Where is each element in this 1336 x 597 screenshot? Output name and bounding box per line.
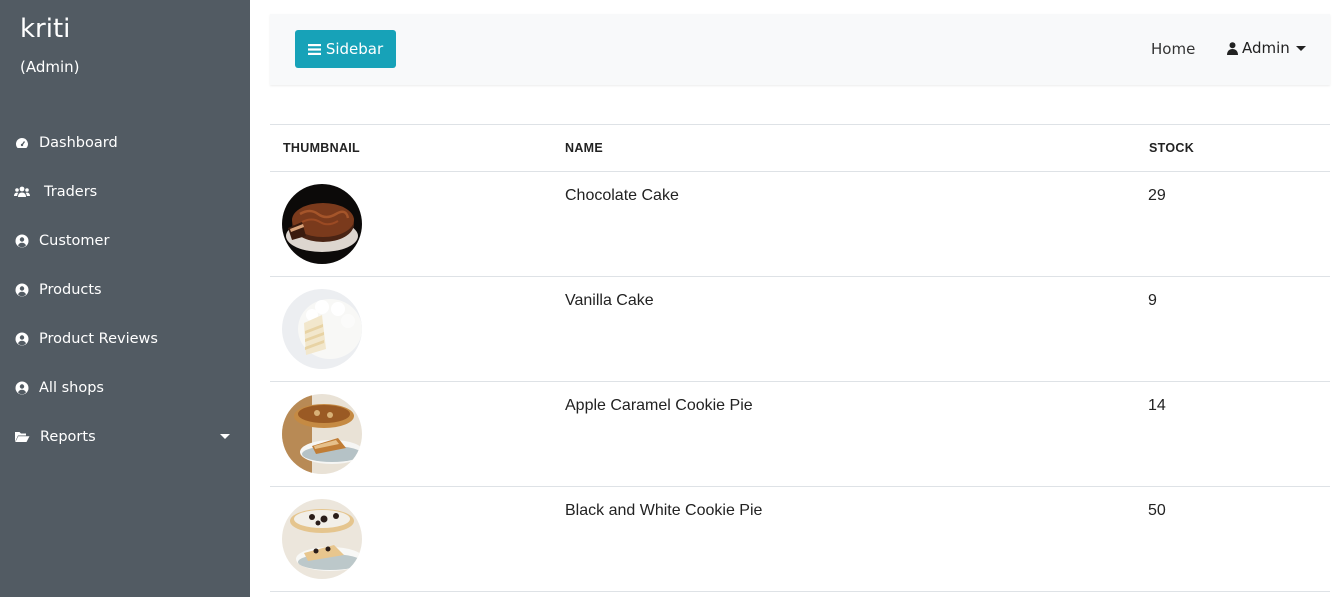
sidebar-item-product-reviews[interactable]: Product Reviews [0, 314, 250, 363]
sidebar-toggle-button[interactable]: Sidebar [295, 30, 396, 68]
sidebar-item-customer[interactable]: Customer [0, 216, 250, 265]
product-stock: 50 [1148, 502, 1166, 519]
sidebar-item-label: Product Reviews [39, 330, 158, 347]
sidebar-item-all-shops[interactable]: All shops [0, 363, 250, 412]
user-circle-icon [14, 331, 30, 347]
product-stock: 29 [1148, 187, 1166, 204]
product-name: Black and White Cookie Pie [565, 502, 763, 519]
sidebar-item-label: Traders [44, 183, 98, 200]
products-table: THUMBNAIL NAME STOCK Chocolate Cake 29 V… [270, 124, 1330, 592]
product-stock: 14 [1148, 397, 1166, 414]
sidebar-item-label: Reports [40, 428, 96, 445]
user-circle-icon [14, 282, 30, 298]
product-thumbnail [282, 184, 362, 264]
brand-subtitle: (Admin) [20, 58, 80, 76]
product-stock: 9 [1148, 292, 1157, 309]
admin-label: Admin [1242, 39, 1290, 57]
sidebar-item-label: Customer [39, 232, 110, 249]
admin-dropdown[interactable]: Admin [1227, 39, 1306, 57]
table-row: Black and White Cookie Pie 50 [270, 487, 1330, 592]
chevron-down-icon[interactable] [220, 434, 230, 439]
sidebar-button-label: Sidebar [325, 40, 384, 58]
dashboard-icon [14, 135, 30, 151]
sidebar-nav: Dashboard Traders Customer Products Prod… [0, 118, 250, 461]
product-name: Vanilla Cake [565, 292, 654, 309]
user-icon [1227, 41, 1238, 55]
header-name[interactable]: NAME [565, 141, 603, 155]
users-icon [14, 184, 30, 200]
brand-title: kriti [20, 14, 71, 44]
product-thumbnail [282, 289, 362, 369]
table-row: Vanilla Cake 9 [270, 277, 1330, 382]
header-thumbnail[interactable]: THUMBNAIL [283, 141, 360, 155]
product-name: Apple Caramel Cookie Pie [565, 397, 753, 414]
table-header: THUMBNAIL NAME STOCK [270, 125, 1330, 172]
sidebar-item-reports[interactable]: Reports [0, 412, 250, 461]
user-circle-icon [14, 380, 30, 396]
user-circle-icon [14, 233, 30, 249]
sidebar-item-traders[interactable]: Traders [0, 167, 250, 216]
home-link[interactable]: Home [1151, 40, 1195, 58]
header-stock[interactable]: STOCK [1149, 141, 1194, 155]
sidebar-item-label: Products [39, 281, 102, 298]
sidebar: kriti (Admin) Dashboard Traders Customer… [0, 0, 250, 597]
sidebar-item-label: All shops [39, 379, 104, 396]
product-thumbnail [282, 394, 362, 474]
topbar: Sidebar Home Admin [270, 14, 1330, 85]
sidebar-item-label: Dashboard [39, 134, 118, 151]
sidebar-item-products[interactable]: Products [0, 265, 250, 314]
product-thumbnail [282, 499, 362, 579]
bars-icon [307, 43, 321, 55]
folder-open-icon [14, 429, 30, 445]
caret-down-icon [1295, 45, 1306, 51]
product-name: Chocolate Cake [565, 187, 679, 204]
table-row: Apple Caramel Cookie Pie 14 [270, 382, 1330, 487]
sidebar-item-dashboard[interactable]: Dashboard [0, 118, 250, 167]
table-row: Chocolate Cake 29 [270, 172, 1330, 277]
